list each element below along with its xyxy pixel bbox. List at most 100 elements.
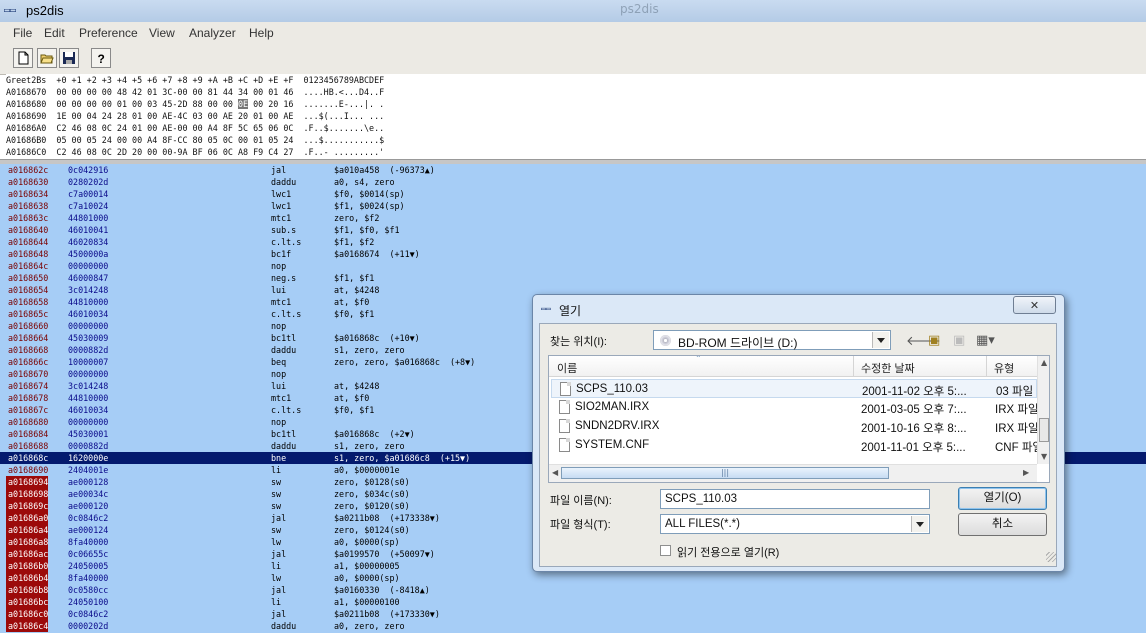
hex-dump-pane[interactable]: Greet2Bs +0 +1 +2 +3 +4 +5 +6 +7 +8 +9 +… — [6, 74, 1146, 159]
disasm-addr: a0168654 — [8, 285, 49, 295]
menu-help[interactable]: Help — [249, 26, 274, 40]
hex-row: A01686B0 05 00 05 24 00 00 A4 8F-CC 80 0… — [6, 135, 385, 145]
disasm-row[interactable]: a0168644 46020834 c.lt.s $f1, $f2 — [0, 236, 1146, 248]
column-type[interactable]: 유형 — [994, 360, 1014, 376]
new-file-button[interactable] — [13, 48, 33, 68]
column-name[interactable]: 이름 — [557, 360, 577, 376]
disasm-mn: sw — [271, 477, 282, 487]
disasm-row[interactable]: a016862c 0c042916 jal $a010a458 (-96373▲) — [0, 164, 1146, 176]
disasm-mn: li — [271, 597, 282, 607]
disasm-row[interactable]: a0168640 46010041 sub.s $f1, $f0, $f1 — [0, 224, 1146, 236]
title-bar: ▭▭ ps2dis ps2dis — [0, 0, 1146, 22]
filename-input[interactable]: SCPS_110.03 — [660, 489, 930, 509]
file-row[interactable]: SCPS_110.03 2001-11-02 오후 5:... 03 파일 — [551, 379, 1037, 398]
file-list[interactable]: 이름 ⌃ 수정한 날짜 유형 SCPS_110.03 2001-11-02 오후… — [548, 355, 1050, 483]
menu-preference[interactable]: Preference — [79, 26, 138, 40]
save-button[interactable] — [59, 48, 79, 68]
cancel-button[interactable]: 취소 — [958, 513, 1047, 536]
scroll-left-icon[interactable]: ◀ — [552, 468, 558, 477]
open-button[interactable]: 열기(O) — [958, 487, 1047, 510]
disasm-mn: sub.s — [271, 225, 297, 235]
disasm-hex: 0000882d — [68, 441, 109, 451]
file-name: SIO2MAN.IRX — [575, 401, 650, 413]
disasm-hex: 45030009 — [68, 333, 109, 343]
file-row[interactable]: SYSTEM.CNF 2001-11-01 오후 5:... CNF 파일 — [551, 436, 1043, 455]
file-icon — [559, 419, 570, 433]
hex-row: A0168670 00 00 00 00 48 42 01 3C-00 00 8… — [6, 87, 385, 97]
view-menu-icon[interactable]: ▦▾ — [976, 333, 995, 348]
disasm-addr: a0168650 — [8, 273, 49, 283]
disasm-row[interactable]: a01686c4 0000202d daddu a0, zero, zero — [0, 620, 1146, 632]
vertical-scroll-thumb[interactable] — [1039, 418, 1049, 442]
disasm-addr: a0168674 — [8, 381, 49, 391]
scroll-right-icon[interactable]: ▶ — [1023, 468, 1029, 477]
disasm-addr: a0168640 — [8, 225, 49, 235]
disasm-hex: ae000120 — [68, 501, 109, 511]
chevron-down-icon[interactable] — [911, 516, 928, 532]
menu-file[interactable]: File — [13, 26, 32, 40]
file-row[interactable]: SNDN2DRV.IRX 2001-10-16 오후 8:... IRX 파일 — [551, 417, 1039, 436]
file-row[interactable]: SIO2MAN.IRX 2001-03-05 오후 7:... IRX 파일 — [551, 398, 1039, 417]
disasm-row[interactable]: a01686c0 0c0846c2 jal $a0211b08 (+173330▼) — [0, 608, 1146, 620]
lookin-combobox[interactable]: BD-ROM 드라이브 (D:) — [653, 330, 891, 350]
readonly-checkbox[interactable] — [660, 545, 671, 556]
close-icon: ✕ — [1029, 299, 1040, 312]
disasm-mn: bc1f — [271, 249, 292, 259]
disasm-op: at, $4248 — [334, 285, 380, 295]
resize-grip[interactable] — [1046, 552, 1056, 562]
dialog-close-button[interactable]: ✕ — [1013, 296, 1056, 314]
up-folder-icon[interactable]: ▣ — [928, 333, 940, 348]
disasm-mn: daddu — [271, 621, 297, 631]
disasm-op: $a010a458 (-96373▲) — [334, 165, 435, 175]
readonly-label[interactable]: 읽기 전용으로 열기(R) — [677, 544, 779, 560]
disasm-op: a0, zero, zero — [334, 621, 405, 631]
disasm-hex: 4500000a — [68, 249, 109, 259]
disasm-op: a0, $0000(sp) — [334, 537, 400, 547]
column-date[interactable]: 수정한 날짜 — [861, 360, 915, 376]
disasm-row[interactable]: a0168650 46000847 neg.s $f1, $f1 — [0, 272, 1146, 284]
disasm-op: $f1, $f0, $f1 — [334, 225, 400, 235]
disasm-hex: 0c0580cc — [68, 585, 109, 595]
disasm-row[interactable]: a0168634 c7a00014 lwc1 $f0, $0014(sp) — [0, 188, 1146, 200]
disasm-row[interactable]: a01686bc 24050100 li a1, $00000100 — [0, 596, 1146, 608]
menu-analyzer[interactable]: Analyzer — [189, 26, 236, 40]
disasm-row[interactable]: a016864c 00000000 nop — [0, 260, 1146, 272]
chevron-down-icon[interactable] — [872, 332, 889, 348]
disasm-row[interactable]: a0168638 c7a10024 lwc1 $f1, $0024(sp) — [0, 200, 1146, 212]
horizontal-scroll-thumb[interactable]: ||| — [561, 467, 889, 479]
disasm-mn: bne — [271, 453, 287, 463]
disasm-hex: 44810000 — [68, 393, 109, 403]
dialog-body: 찾는 위치(I): BD-ROM 드라이브 (D:) 🡐 ▣ ▣ ▦▾ 이름 ⌃… — [539, 323, 1057, 567]
disasm-hex: 00000000 — [68, 321, 109, 331]
menu-view[interactable]: View — [149, 26, 175, 40]
window-title: ps2dis — [26, 3, 64, 18]
disasm-addr: a016862c — [8, 165, 49, 175]
disasm-mn: jal — [271, 549, 287, 559]
disasm-mn: lw — [271, 573, 282, 583]
scroll-up-icon[interactable]: ▲ — [1041, 358, 1047, 367]
disasm-mn: lui — [271, 285, 287, 295]
disasm-op: zero, zero, $a016868c (+8▼) — [334, 357, 476, 367]
help-button[interactable]: ? — [91, 48, 111, 68]
disasm-hex: 0280202d — [68, 177, 109, 187]
scroll-down-icon[interactable]: ▼ — [1041, 452, 1047, 461]
disasm-row[interactable]: a0168648 4500000a bc1f $a0168674 (+11▼) — [0, 248, 1146, 260]
open-file-button[interactable] — [37, 48, 57, 68]
menu-edit[interactable]: Edit — [44, 26, 65, 40]
hex-row: A0168690 1E 00 04 24 28 01 00 AE-4C 03 0… — [6, 111, 385, 121]
filetype-select[interactable]: ALL FILES(*.*) — [660, 514, 930, 534]
disasm-hex: 44801000 — [68, 213, 109, 223]
horizontal-scrollbar[interactable]: ◀ ||| ▶ — [549, 464, 1037, 482]
disasm-row[interactable]: a01686b4 8fa40000 lw a0, $0000(sp) — [0, 572, 1146, 584]
disasm-mn: sw — [271, 525, 282, 535]
disasm-row[interactable]: a016863c 44801000 mtc1 zero, $f2 — [0, 212, 1146, 224]
new-folder-icon[interactable]: ▣ — [953, 333, 965, 348]
vertical-scrollbar[interactable]: ▲ ▼ — [1037, 356, 1049, 464]
disasm-row[interactable]: a0168630 0280202d daddu a0, s4, zero — [0, 176, 1146, 188]
disasm-hex: 0c0846c2 — [68, 609, 109, 619]
hex-row: A0168680 00 00 00 00 01 00 03 45-2D 88 0… — [6, 99, 385, 109]
background-window-title: ps2dis — [620, 2, 659, 16]
hex-row: A01686C0 C2 46 08 0C 2D 20 00 00-9A BF 0… — [6, 147, 385, 157]
disasm-row[interactable]: a01686b8 0c0580cc jal $a0160330 (-8418▲) — [0, 584, 1146, 596]
disasm-op: $a0168674 (+11▼) — [334, 249, 420, 259]
